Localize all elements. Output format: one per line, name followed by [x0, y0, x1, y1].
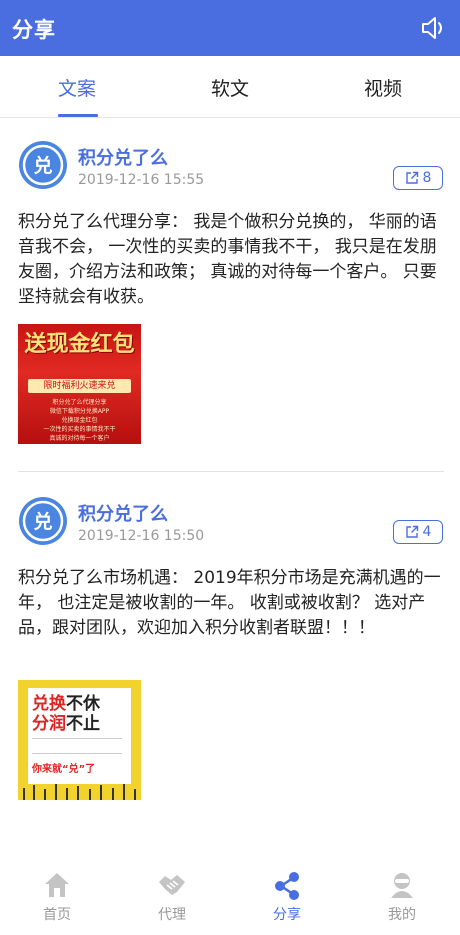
poster-footer: 你来就“兑”了	[32, 764, 96, 775]
share-icon	[275, 872, 299, 900]
poster-headline: 送现金红包	[24, 331, 135, 357]
post-time: 2019-12-16 15:55	[78, 172, 205, 188]
poster-line: 真诚的对待每一个客户	[49, 435, 110, 442]
speaker-icon[interactable]	[420, 16, 446, 40]
tab-videos[interactable]: 视频	[364, 74, 402, 101]
share-count: 4	[422, 524, 432, 540]
post-image[interactable]: 送现金红包 限时福利火速来兑 积分兑了么代理分享 微信下载积分兑换APP 兑换现…	[18, 324, 141, 444]
nav-home[interactable]: 首页	[22, 870, 92, 924]
post-divider	[18, 471, 444, 472]
user-icon	[391, 873, 413, 898]
home-icon	[45, 873, 69, 897]
poster-word: 分润	[32, 714, 66, 734]
external-share-icon	[405, 525, 418, 538]
nav-label: 首页	[43, 907, 71, 923]
tab-copywriting[interactable]: 文案	[58, 74, 96, 101]
svg-text:兑: 兑	[33, 510, 52, 533]
nav-label: 分享	[273, 907, 301, 923]
nav-label: 我的	[388, 907, 416, 923]
share-button[interactable]: 8	[393, 166, 443, 190]
content-tabs: 文案 软文 视频	[0, 56, 460, 118]
post-text: 积分兑了么市场机遇： 2019年积分市场是充满机遇的一年， 也注定是被收割的一年…	[18, 568, 441, 638]
poster-line: 一次性的买卖的事情我不干	[43, 426, 116, 433]
poster-banner: 限时福利火速来兑	[28, 379, 131, 393]
poster-word: 兑换	[32, 694, 66, 714]
nav-profile[interactable]: 我的	[367, 870, 437, 924]
bottom-navigation: 首页 代理 分享 我的	[0, 862, 460, 935]
post-text: 积分兑了么代理分享： 我是个做积分兑换的， 华丽的语音我不会， 一次性的买卖的事…	[18, 212, 437, 307]
post-author[interactable]: 积分兑了么	[78, 144, 168, 170]
post-time: 2019-12-16 15:50	[78, 528, 205, 544]
poster-line: 积分兑了么代理分享	[52, 399, 107, 406]
active-tab-indicator	[58, 114, 98, 117]
share-count: 8	[422, 170, 432, 186]
share-button[interactable]: 4	[393, 520, 443, 544]
post-author[interactable]: 积分兑了么	[78, 500, 168, 526]
raised-hands-icon	[23, 784, 136, 800]
nav-share[interactable]: 分享	[252, 870, 322, 924]
svg-text:兑: 兑	[33, 154, 52, 177]
handshake-icon	[159, 875, 185, 895]
page-title: 分享	[12, 18, 56, 42]
poster-line: 兑换现金红包	[61, 417, 98, 424]
tab-articles[interactable]: 软文	[211, 74, 249, 101]
nav-agent[interactable]: 代理	[137, 870, 207, 924]
avatar[interactable]: 兑	[18, 140, 68, 190]
poster-line: 微信下载积分兑换APP	[49, 408, 110, 415]
top-app-bar: 分享	[0, 0, 460, 56]
post-image[interactable]: 兑换不休 分润不止 你来就“兑”了	[18, 680, 141, 800]
poster-word: 不休	[66, 694, 100, 714]
avatar[interactable]: 兑	[18, 496, 68, 546]
poster-word: 不止	[66, 714, 100, 734]
external-share-icon	[405, 171, 418, 184]
nav-label: 代理	[158, 907, 186, 923]
